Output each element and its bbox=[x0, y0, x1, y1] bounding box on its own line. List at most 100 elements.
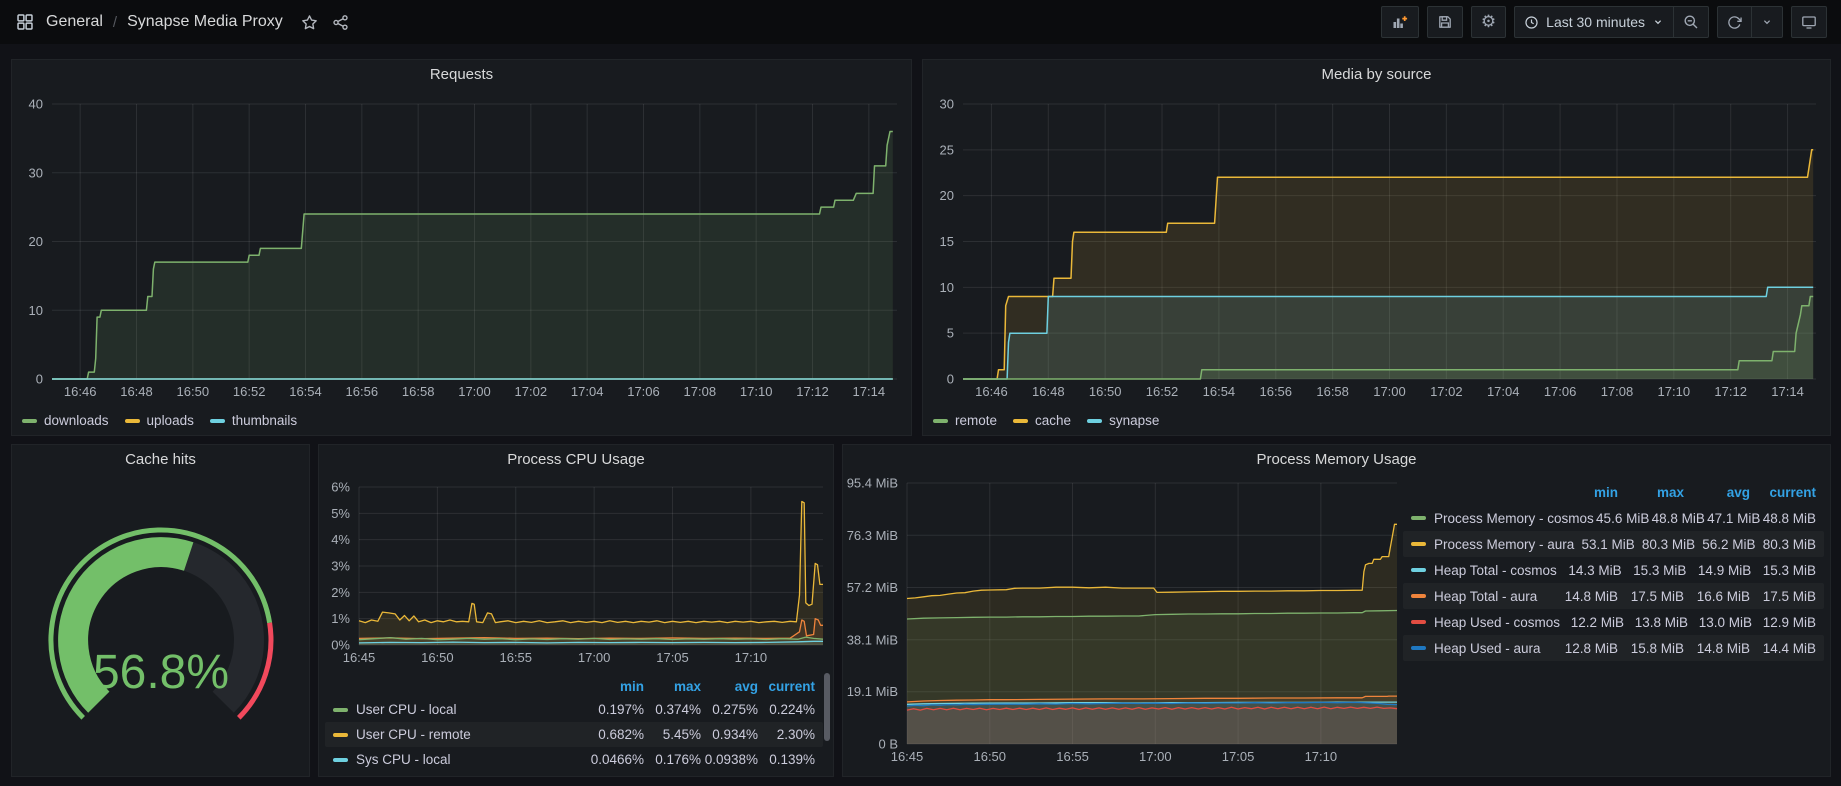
series-label-Heap Total - aura[interactable]: Heap Total - aura bbox=[1411, 589, 1552, 604]
panel-cache-hits: Cache hits 56.8% bbox=[11, 444, 310, 777]
legend-item-thumbnails[interactable]: thumbnails bbox=[210, 413, 297, 428]
legend-label: uploads bbox=[147, 413, 194, 428]
svg-text:0 B: 0 B bbox=[878, 737, 898, 752]
legend-table-row: Process Memory - cosmos45.6 MiB48.8 MiB4… bbox=[1403, 505, 1824, 531]
svg-text:17:04: 17:04 bbox=[1487, 384, 1520, 399]
series-label-Heap Used - aura[interactable]: Heap Used - aura bbox=[1411, 641, 1552, 656]
legend-item-synapse[interactable]: synapse bbox=[1087, 413, 1159, 428]
column-header-min[interactable]: min bbox=[587, 679, 644, 694]
breadcrumb-section[interactable]: General bbox=[46, 13, 103, 31]
column-header-current[interactable]: current bbox=[758, 679, 815, 694]
panel-title[interactable]: Process CPU Usage bbox=[319, 445, 833, 473]
legend-swatch bbox=[125, 419, 140, 423]
svg-text:16:46: 16:46 bbox=[975, 384, 1008, 399]
series-label-Process Memory - aura[interactable]: Process Memory - aura bbox=[1411, 537, 1574, 552]
legend-item-downloads[interactable]: downloads bbox=[22, 413, 109, 428]
column-header-avg[interactable]: avg bbox=[701, 679, 758, 694]
series-name: User CPU - local bbox=[356, 702, 457, 717]
stat-current: 48.8 MiB bbox=[1760, 511, 1816, 526]
star-dashboard-button[interactable] bbox=[299, 12, 320, 33]
svg-text:16:48: 16:48 bbox=[120, 384, 153, 399]
panel-title[interactable]: Cache hits bbox=[12, 445, 309, 473]
series-line-User CPU - remote bbox=[359, 502, 823, 623]
apps-grid-icon[interactable] bbox=[14, 11, 36, 33]
stat-avg: 0.275% bbox=[701, 702, 758, 717]
column-header-avg[interactable]: avg bbox=[1684, 485, 1750, 500]
stat-avg: 14.9 MiB bbox=[1686, 563, 1751, 578]
save-dashboard-button[interactable] bbox=[1427, 6, 1463, 38]
svg-text:20: 20 bbox=[940, 188, 954, 203]
legend-item-uploads[interactable]: uploads bbox=[125, 413, 194, 428]
panel-title[interactable]: Requests bbox=[12, 60, 911, 88]
svg-text:16:58: 16:58 bbox=[402, 384, 435, 399]
refresh-interval-dropdown[interactable] bbox=[1751, 6, 1783, 38]
stat-min: 0.197% bbox=[587, 702, 644, 717]
cpu-chart[interactable]: 16:4516:5016:5517:0017:0517:100%1%2%3%4%… bbox=[319, 473, 833, 675]
breadcrumb-title[interactable]: Synapse Media Proxy bbox=[127, 13, 283, 31]
column-header-max[interactable]: max bbox=[644, 679, 701, 694]
svg-text:16:56: 16:56 bbox=[346, 384, 379, 399]
stat-avg: 14.8 MiB bbox=[1684, 641, 1750, 656]
stat-current: 0.139% bbox=[758, 752, 815, 767]
series-label-User CPU - remote[interactable]: User CPU - remote bbox=[333, 727, 587, 742]
stat-min: 14.8 MiB bbox=[1552, 589, 1618, 604]
dashboard-settings-button[interactable]: ⚙ bbox=[1471, 6, 1506, 38]
panel-title[interactable]: Process Memory Usage bbox=[843, 445, 1830, 473]
series-swatch bbox=[333, 708, 348, 712]
svg-text:17:10: 17:10 bbox=[735, 650, 768, 665]
monitor-icon bbox=[1801, 14, 1817, 30]
svg-text:57.2 MiB: 57.2 MiB bbox=[847, 580, 898, 595]
series-label-Process Memory - cosmos[interactable]: Process Memory - cosmos bbox=[1411, 511, 1594, 526]
legend-table-row: Heap Total - aura14.8 MiB17.5 MiB16.6 Mi… bbox=[1403, 583, 1824, 609]
series-swatch bbox=[1411, 594, 1426, 598]
series-label-Heap Total - cosmos[interactable]: Heap Total - cosmos bbox=[1411, 563, 1557, 578]
legend-scrollbar[interactable] bbox=[824, 673, 830, 741]
svg-text:17:10: 17:10 bbox=[740, 384, 773, 399]
legend-item-remote[interactable]: remote bbox=[933, 413, 997, 428]
time-range-picker[interactable]: Last 30 minutes bbox=[1514, 6, 1674, 38]
svg-text:17:00: 17:00 bbox=[578, 650, 611, 665]
legend-item-cache[interactable]: cache bbox=[1013, 413, 1071, 428]
stat-max: 5.45% bbox=[644, 727, 701, 742]
stat-current: 14.4 MiB bbox=[1750, 641, 1816, 656]
svg-text:16:55: 16:55 bbox=[499, 650, 532, 665]
stat-current: 12.9 MiB bbox=[1752, 615, 1816, 630]
svg-text:0: 0 bbox=[36, 372, 43, 387]
memory-chart[interactable]: 16:4516:5016:5517:0017:0517:100 B19.1 Mi… bbox=[843, 473, 1405, 776]
series-label-User CPU - local[interactable]: User CPU - local bbox=[333, 702, 587, 717]
svg-text:17:10: 17:10 bbox=[1658, 384, 1691, 399]
svg-text:17:05: 17:05 bbox=[1222, 749, 1255, 764]
cycle-view-mode-button[interactable] bbox=[1791, 6, 1827, 38]
legend-table-header: minmaxavgcurrent bbox=[1403, 479, 1824, 505]
column-header-min[interactable]: min bbox=[1552, 485, 1618, 500]
memory-chart-svg: 16:4516:5016:5517:0017:0517:100 B19.1 Mi… bbox=[843, 473, 1405, 776]
series-name: Process Memory - cosmos bbox=[1434, 511, 1594, 526]
navbar-actions: ⚙ Last 30 minutes bbox=[1381, 6, 1827, 38]
svg-text:17:04: 17:04 bbox=[571, 384, 604, 399]
series-label-Heap Used - cosmos[interactable]: Heap Used - cosmos bbox=[1411, 615, 1560, 630]
svg-text:17:05: 17:05 bbox=[656, 650, 689, 665]
requests-chart[interactable]: 16:4616:4816:5016:5216:5416:5616:5817:00… bbox=[12, 88, 911, 402]
svg-text:16:54: 16:54 bbox=[289, 384, 322, 399]
refresh-icon bbox=[1727, 15, 1742, 30]
stat-current: 80.3 MiB bbox=[1756, 537, 1816, 552]
series-label-Sys CPU - local[interactable]: Sys CPU - local bbox=[333, 752, 587, 767]
svg-text:30: 30 bbox=[29, 165, 43, 180]
series-swatch bbox=[1411, 646, 1426, 650]
stat-current: 15.3 MiB bbox=[1751, 563, 1816, 578]
column-header-max[interactable]: max bbox=[1618, 485, 1684, 500]
refresh-button[interactable] bbox=[1717, 6, 1752, 38]
stat-min: 0.0466% bbox=[587, 752, 644, 767]
stat-current: 17.5 MiB bbox=[1750, 589, 1816, 604]
zoom-out-button[interactable] bbox=[1673, 6, 1709, 38]
column-header-current[interactable]: current bbox=[1750, 485, 1816, 500]
svg-text:16:48: 16:48 bbox=[1032, 384, 1065, 399]
panel-title[interactable]: Media by source bbox=[923, 60, 1830, 88]
add-panel-button[interactable] bbox=[1381, 6, 1419, 38]
media-by-source-chart[interactable]: 16:4616:4816:5016:5216:5416:5616:5817:00… bbox=[923, 88, 1830, 402]
svg-text:0: 0 bbox=[947, 372, 954, 387]
media-legend: remote cache synapse bbox=[933, 413, 1159, 428]
series-name: Sys CPU - local bbox=[356, 752, 451, 767]
series-name: Heap Used - aura bbox=[1434, 641, 1541, 656]
share-dashboard-button[interactable] bbox=[330, 12, 351, 33]
